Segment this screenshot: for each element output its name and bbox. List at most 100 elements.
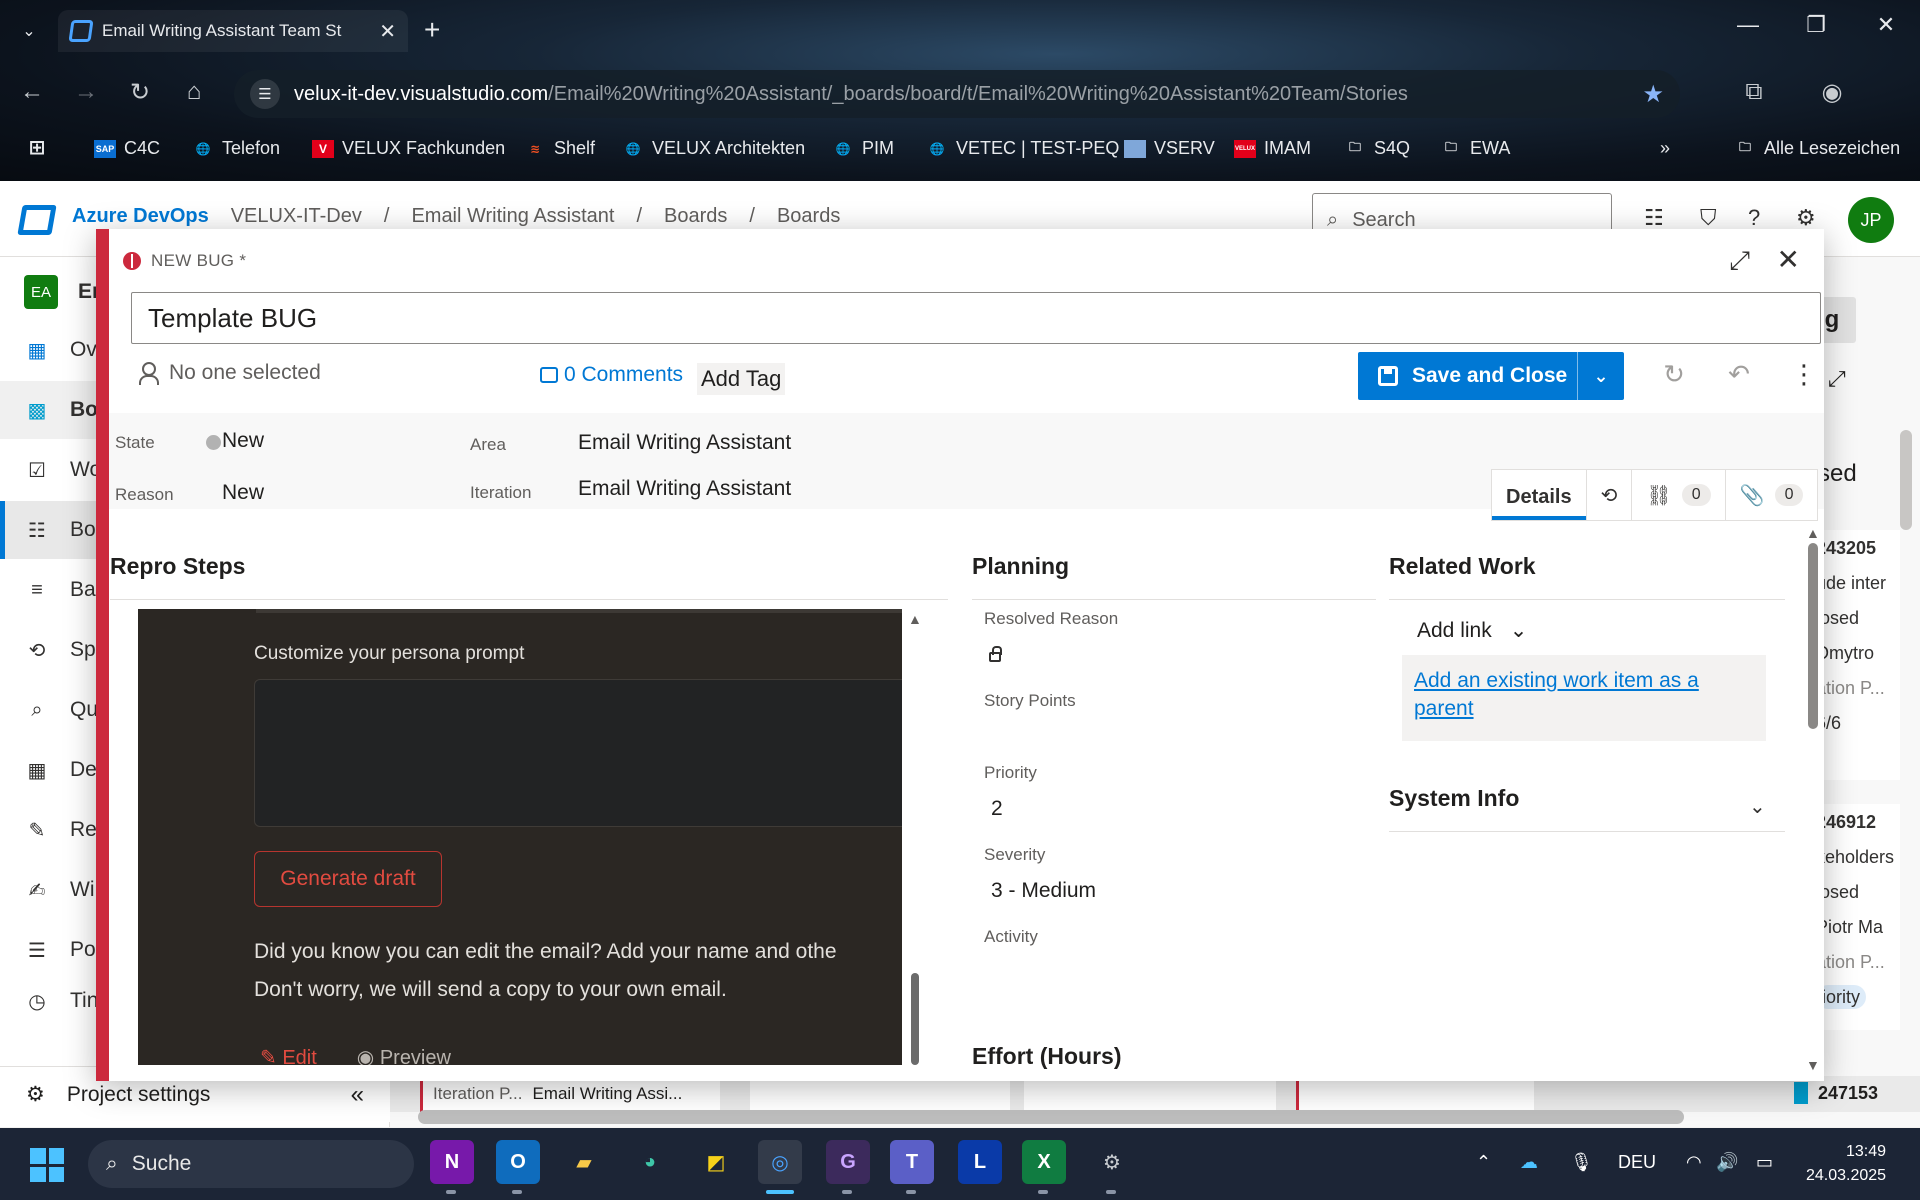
- minimize-icon[interactable]: —: [1728, 12, 1768, 38]
- state-value[interactable]: New: [222, 429, 264, 453]
- tab-details[interactable]: Details: [1492, 470, 1587, 520]
- board-horizontal-scrollbar[interactable]: [418, 1110, 1684, 1124]
- battery-icon[interactable]: ▭: [1756, 1152, 1773, 1173]
- show-hidden-icons-icon[interactable]: ⌃: [1476, 1152, 1491, 1173]
- windows-start-icon[interactable]: [30, 1148, 64, 1182]
- collapse-nav-icon[interactable]: «: [351, 1081, 364, 1109]
- microphone-icon[interactable]: 🎙: [1570, 1152, 1593, 1173]
- bookmark-folder-ewa[interactable]: 🗀 EWA: [1440, 138, 1510, 159]
- bookmark-pim[interactable]: 🌐 PIM: [832, 138, 895, 159]
- activity-dropdown[interactable]: [984, 953, 1364, 989]
- close-icon[interactable]: ✕: [1777, 243, 1800, 276]
- board-scrollbar[interactable]: [1900, 430, 1912, 530]
- profile-icon[interactable]: ◉: [1816, 78, 1848, 107]
- repro-steps-screenshot[interactable]: Customize your persona prompt Generate d…: [138, 609, 902, 1065]
- edge-icon[interactable]: ◕: [628, 1140, 672, 1184]
- iteration-value[interactable]: Email Writing Assistant: [578, 477, 791, 501]
- board-card-partial[interactable]: Iteration P... Email Writing Assi...: [420, 1076, 720, 1112]
- window-close-icon[interactable]: ✕: [1866, 12, 1906, 38]
- teams-icon[interactable]: T: [890, 1140, 934, 1184]
- wifi-icon[interactable]: ◠: [1686, 1152, 1702, 1173]
- add-parent-link[interactable]: Add an existing work item as a parent: [1414, 669, 1699, 720]
- volume-icon[interactable]: 🔊: [1716, 1152, 1738, 1173]
- bookmark-velux-architekten[interactable]: 🌐 VELUX Architekten: [622, 138, 806, 159]
- board-card-partial[interactable]: [750, 1076, 1010, 1112]
- excel-icon[interactable]: X: [1022, 1140, 1066, 1184]
- more-actions-icon[interactable]: ⋮: [1788, 359, 1820, 390]
- chevron-down-icon[interactable]: ⌄: [1578, 366, 1624, 387]
- comments-link[interactable]: 0 Comments: [540, 363, 683, 387]
- bookmark-star-icon[interactable]: ★: [1642, 80, 1664, 109]
- tab-close-icon[interactable]: ✕: [379, 19, 396, 44]
- system-info-title[interactable]: System Info: [1389, 785, 1519, 812]
- bookmark-vserv[interactable]: VSERV: [1124, 138, 1215, 159]
- onedrive-icon[interactable]: ☁: [1520, 1152, 1538, 1173]
- scroll-thumb[interactable]: [1808, 543, 1818, 729]
- app-g-icon[interactable]: G: [826, 1140, 870, 1184]
- bookmark-shelf[interactable]: ≋ Shelf: [524, 138, 595, 159]
- apps-grid-icon[interactable]: ⊞: [26, 137, 48, 159]
- board-card-partial[interactable]: [1296, 1076, 1534, 1112]
- language-indicator[interactable]: DEU: [1618, 1152, 1656, 1173]
- address-bar[interactable]: ☰ velux-it-dev.visualstudio.com /Email%2…: [234, 70, 1680, 118]
- crumb-project[interactable]: Email Writing Assistant: [411, 205, 614, 228]
- settings-icon[interactable]: ⚙: [1090, 1140, 1134, 1184]
- tab-attachments[interactable]: 📎 0: [1726, 470, 1818, 520]
- azure-devops-logo-icon[interactable]: [17, 205, 57, 235]
- assigned-to-field[interactable]: No one selected: [139, 361, 321, 385]
- bookmark-imam[interactable]: VELUX IMAM: [1234, 138, 1311, 159]
- expand-icon[interactable]: ⤢: [1729, 245, 1750, 277]
- site-info-icon[interactable]: ☰: [250, 79, 280, 109]
- tab-search-icon[interactable]: ⌄: [14, 16, 44, 46]
- add-link-button[interactable]: Add link ⌄: [1417, 618, 1527, 643]
- forward-icon[interactable]: →: [70, 78, 102, 106]
- board-card-id[interactable]: 247153: [1794, 1082, 1878, 1104]
- bookmark-folder-s4q[interactable]: 🗀 S4Q: [1344, 138, 1410, 159]
- bookmark-velux-fachkunden[interactable]: V VELUX Fachkunden: [312, 138, 505, 159]
- area-value[interactable]: Email Writing Assistant: [578, 431, 791, 455]
- task-list-icon[interactable]: ☷: [1644, 205, 1664, 231]
- board-card-partial[interactable]: [1024, 1076, 1276, 1112]
- app-l-icon[interactable]: L: [958, 1140, 1002, 1184]
- tab-links[interactable]: ⛓ 0: [1632, 470, 1726, 520]
- scroll-up-icon[interactable]: ▲: [1806, 525, 1820, 541]
- taskbar-search[interactable]: ⌕ Suche: [88, 1140, 414, 1188]
- chevron-down-icon[interactable]: ⌄: [1749, 794, 1766, 819]
- all-bookmarks[interactable]: 🗀 Alle Lesezeichen: [1734, 138, 1900, 159]
- new-tab-icon[interactable]: +: [424, 14, 440, 46]
- undo-icon[interactable]: ↶: [1723, 359, 1755, 390]
- browser-tab[interactable]: Email Writing Assistant Team St ✕: [58, 10, 408, 52]
- scroll-down-icon[interactable]: ▼: [1806, 1057, 1820, 1073]
- bookmark-c4c[interactable]: SAP C4C: [94, 138, 160, 159]
- scroll-up-icon[interactable]: ▲: [908, 611, 922, 627]
- marketplace-bag-icon[interactable]: ⛉: [1700, 205, 1717, 231]
- save-and-close-button[interactable]: Save and Close ⌄: [1358, 352, 1624, 400]
- priority-value[interactable]: 2: [991, 797, 1003, 821]
- bookmark-telefon[interactable]: 🌐 Telefon: [192, 138, 281, 159]
- crumb-boards-page[interactable]: Boards: [777, 205, 840, 228]
- onenote-icon[interactable]: N: [430, 1140, 474, 1184]
- repro-scrollbar[interactable]: ▲: [908, 609, 922, 1065]
- restore-icon[interactable]: ❐: [1796, 12, 1836, 38]
- outlook-icon[interactable]: O: [496, 1140, 540, 1184]
- severity-value[interactable]: 3 - Medium: [991, 879, 1096, 903]
- file-explorer-icon[interactable]: ▰: [562, 1140, 606, 1184]
- fullscreen-icon[interactable]: ⤢: [1828, 366, 1846, 392]
- crumb-org[interactable]: VELUX-IT-Dev: [231, 205, 362, 228]
- bookmark-vetec[interactable]: 🌐 VETEC | TEST-PEQ: [926, 138, 1120, 159]
- add-tag-button[interactable]: Add Tag: [697, 363, 786, 395]
- reason-value[interactable]: New: [222, 481, 264, 505]
- back-icon[interactable]: ←: [16, 78, 48, 106]
- brand-link[interactable]: Azure DevOps: [72, 205, 209, 228]
- reload-icon[interactable]: ↻: [124, 78, 156, 107]
- refresh-icon[interactable]: ↻: [1658, 359, 1690, 390]
- home-icon[interactable]: ⌂: [178, 78, 210, 106]
- scroll-thumb[interactable]: [911, 973, 919, 1065]
- story-points-input[interactable]: [984, 717, 1364, 753]
- dialog-scrollbar[interactable]: ▲ ▼: [1805, 525, 1821, 1073]
- help-icon[interactable]: ?: [1748, 205, 1760, 231]
- user-settings-icon[interactable]: ⚙: [1796, 205, 1816, 231]
- chrome-icon[interactable]: ◎: [758, 1140, 802, 1184]
- more-bookmarks-icon[interactable]: »: [1660, 138, 1670, 159]
- avatar[interactable]: JP: [1848, 197, 1894, 243]
